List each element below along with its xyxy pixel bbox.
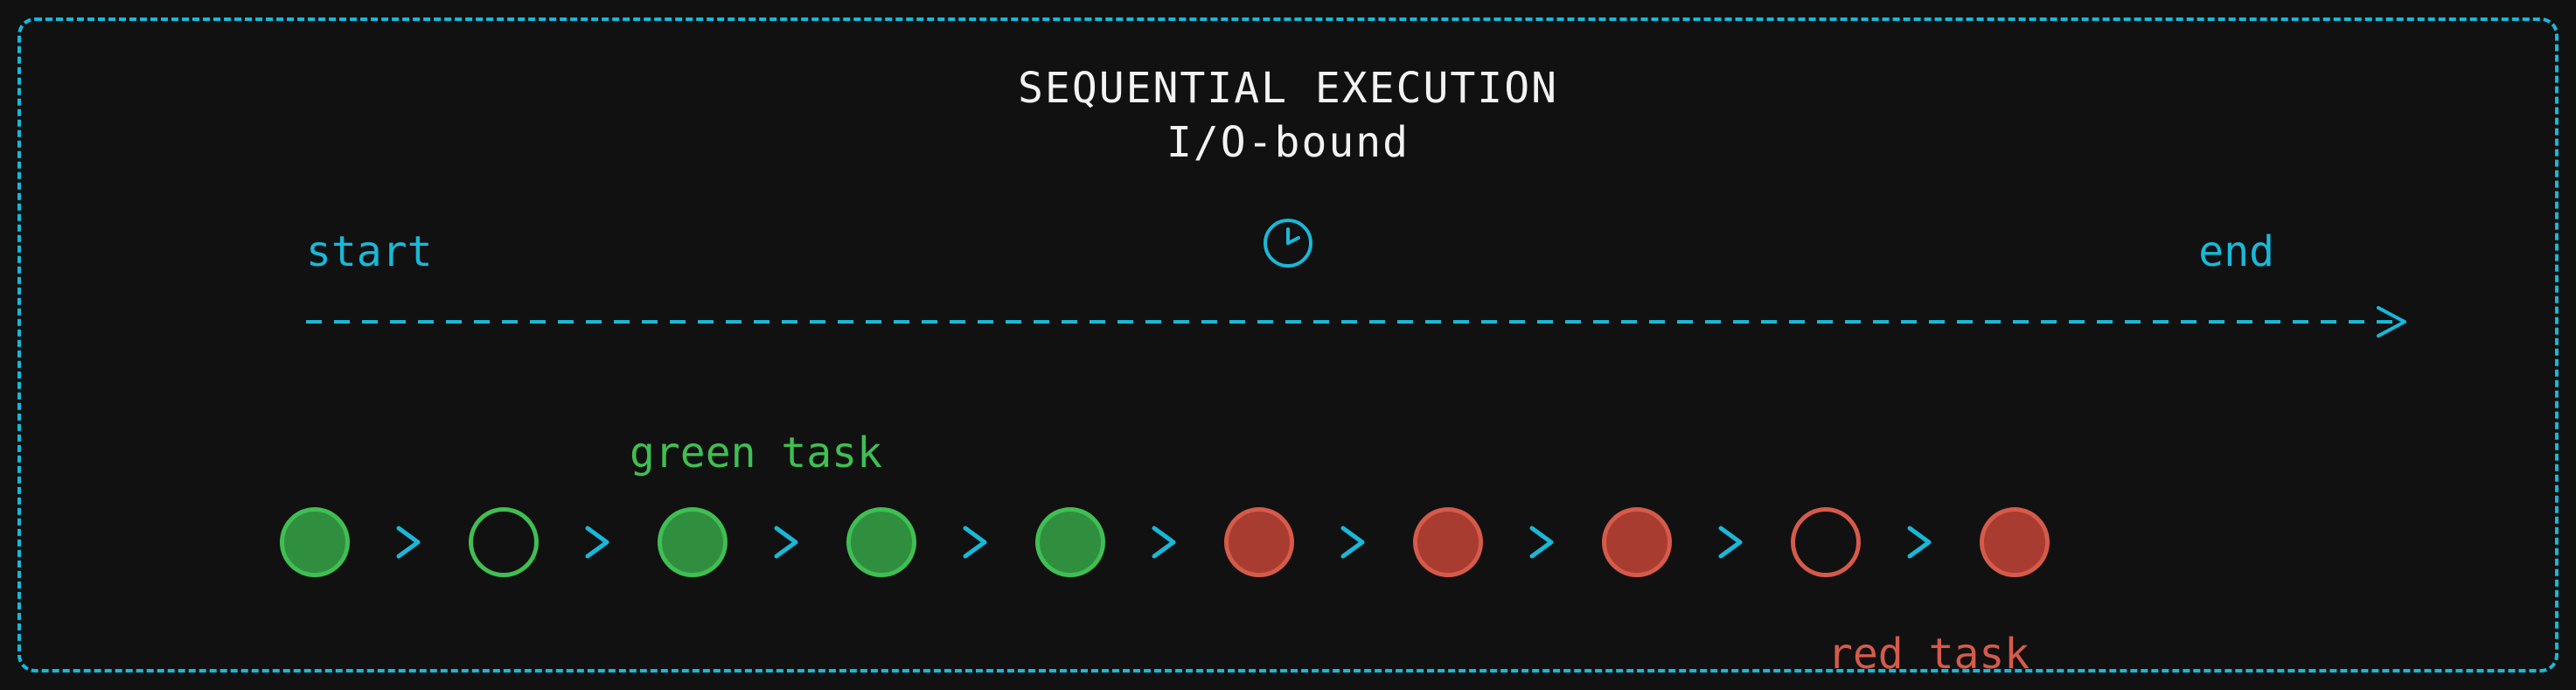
green-task-label: green task: [630, 429, 882, 477]
green-task-step: [1035, 507, 1105, 577]
title-line-1: SEQUENTIAL EXECUTION: [1018, 64, 1558, 113]
arrow-right-icon: [388, 521, 430, 563]
arrow-right-icon: [577, 521, 619, 563]
arrow-right-icon: [766, 521, 808, 563]
red-task-step: [1224, 507, 1294, 577]
red-task-step: [1980, 507, 2050, 577]
arrow-right-icon: [1899, 521, 1941, 563]
green-task-step: [469, 507, 539, 577]
arrow-right-icon: [1710, 521, 1752, 563]
green-task-step: [846, 507, 916, 577]
title-line-2: I/O-bound: [0, 115, 2576, 170]
green-task-step: [658, 507, 728, 577]
diagram-title: SEQUENTIAL EXECUTION I/O-bound: [0, 61, 2576, 171]
task-sequence: [280, 507, 2050, 577]
timeline-arrow: [306, 304, 2422, 343]
red-task-step: [1413, 507, 1483, 577]
clock-icon: [1262, 217, 1314, 273]
red-task-label: red task: [1828, 630, 2029, 679]
red-task-step: [1602, 507, 1672, 577]
arrow-right-icon: [1144, 521, 1186, 563]
green-task-step: [280, 507, 350, 577]
timeline-start-label: start: [306, 227, 433, 276]
arrow-right-icon: [1333, 521, 1375, 563]
arrow-right-icon: [955, 521, 997, 563]
red-task-step: [1791, 507, 1861, 577]
arrow-right-icon: [1521, 521, 1563, 563]
timeline-end-label: end: [2198, 227, 2274, 276]
